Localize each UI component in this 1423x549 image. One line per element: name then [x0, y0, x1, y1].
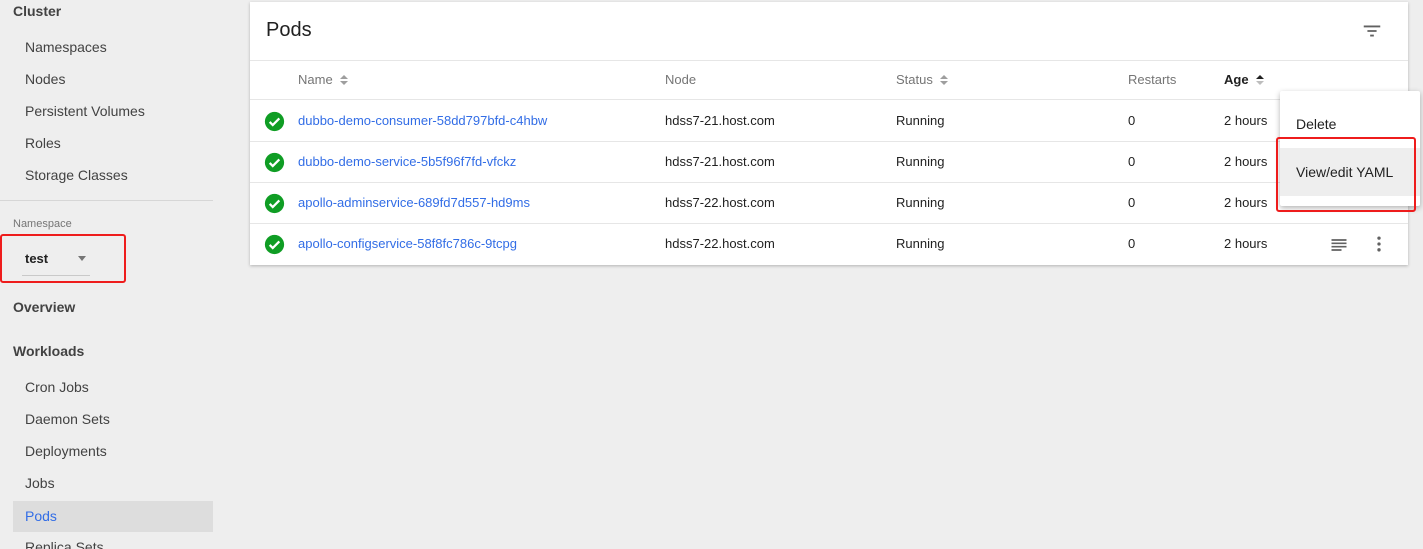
sort-icon: [339, 74, 348, 85]
pods-card: Pods Name Node Status Restarts Age dubbo…: [250, 2, 1408, 265]
sort-active-icon: [1255, 74, 1264, 85]
sidebar-item-namespaces[interactable]: Namespaces: [13, 32, 213, 63]
workloads-heading[interactable]: Workloads: [13, 343, 84, 359]
sidebar-divider: [0, 200, 213, 201]
pod-restarts: 0: [1128, 154, 1136, 169]
column-header-status-label: Status: [896, 72, 933, 87]
column-header-age[interactable]: Age: [1224, 72, 1264, 87]
column-header-node-label: Node: [665, 72, 697, 87]
pod-age: 2 hours: [1224, 154, 1268, 169]
sidebar-item-storage-classes[interactable]: Storage Classes: [13, 160, 213, 191]
table-row: dubbo-demo-service-5b5f96f7fd-vfckz hdss…: [250, 142, 1408, 183]
logs-icon[interactable]: [1329, 235, 1349, 255]
column-header-age-label: Age: [1224, 72, 1249, 87]
column-header-name[interactable]: Name: [298, 72, 348, 87]
sidebar-item-roles[interactable]: Roles: [13, 128, 213, 159]
sidebar-item-nodes[interactable]: Nodes: [13, 64, 213, 95]
column-header-name-label: Name: [298, 72, 333, 87]
pod-status: Running: [896, 154, 945, 169]
pod-status: Running: [896, 195, 945, 210]
pod-name-link[interactable]: apollo-adminservice-689fd7d557-hd9ms: [298, 195, 530, 210]
pod-restarts: 0: [1128, 236, 1136, 251]
pod-name-link[interactable]: apollo-configservice-58f8fc786c-9tcpg: [298, 236, 517, 251]
annotation-highlight-yaml: [1276, 137, 1416, 212]
pod-restarts: 0: [1128, 113, 1136, 128]
table-row: apollo-adminservice-689fd7d557-hd9ms hds…: [250, 183, 1408, 224]
sort-icon: [939, 74, 948, 85]
check-circle-icon: [264, 193, 285, 214]
pod-node: hdss7-22.host.com: [665, 236, 775, 251]
more-vert-icon[interactable]: [1369, 234, 1389, 254]
pod-age: 2 hours: [1224, 236, 1268, 251]
pod-node: hdss7-21.host.com: [665, 154, 775, 169]
table-row: dubbo-demo-consumer-58dd797bfd-c4hbw hds…: [250, 101, 1408, 142]
sidebar-item-replica-sets[interactable]: Replica Sets: [13, 532, 213, 549]
check-circle-icon: [264, 111, 285, 132]
column-header-node: Node: [665, 72, 696, 87]
sidebar-item-persistent-volumes[interactable]: Persistent Volumes: [13, 96, 213, 127]
sidebar-item-pods[interactable]: Pods: [13, 501, 213, 532]
annotation-highlight-namespace: [0, 234, 126, 283]
sidebar: Cluster Namespaces Nodes Persistent Volu…: [0, 0, 230, 549]
column-header-status[interactable]: Status: [896, 72, 948, 87]
filter-list-icon[interactable]: [1361, 20, 1383, 42]
table-row: apollo-configservice-58f8fc786c-9tcpg hd…: [250, 224, 1408, 265]
column-header-restarts: Restarts: [1128, 72, 1176, 87]
pod-age: 2 hours: [1224, 113, 1268, 128]
namespace-label: Namespace: [13, 218, 72, 230]
pod-status: Running: [896, 236, 945, 251]
sidebar-item-cron-jobs[interactable]: Cron Jobs: [13, 372, 213, 403]
pod-restarts: 0: [1128, 195, 1136, 210]
pod-node: hdss7-22.host.com: [665, 195, 775, 210]
sidebar-item-jobs[interactable]: Jobs: [13, 468, 213, 499]
check-circle-icon: [264, 152, 285, 173]
pod-node: hdss7-21.host.com: [665, 113, 775, 128]
check-circle-icon: [264, 234, 285, 255]
table-header: Name Node Status Restarts Age: [250, 60, 1408, 100]
sidebar-item-daemon-sets[interactable]: Daemon Sets: [13, 404, 213, 435]
cluster-heading: Cluster: [13, 3, 62, 19]
sidebar-item-deployments[interactable]: Deployments: [13, 436, 213, 467]
pod-name-link[interactable]: dubbo-demo-service-5b5f96f7fd-vfckz: [298, 154, 516, 169]
page-title: Pods: [266, 19, 312, 41]
sidebar-item-overview[interactable]: Overview: [13, 299, 75, 315]
column-header-restarts-label: Restarts: [1128, 72, 1177, 87]
pod-age: 2 hours: [1224, 195, 1268, 210]
pod-status: Running: [896, 113, 945, 128]
pod-name-link[interactable]: dubbo-demo-consumer-58dd797bfd-c4hbw: [298, 113, 547, 128]
